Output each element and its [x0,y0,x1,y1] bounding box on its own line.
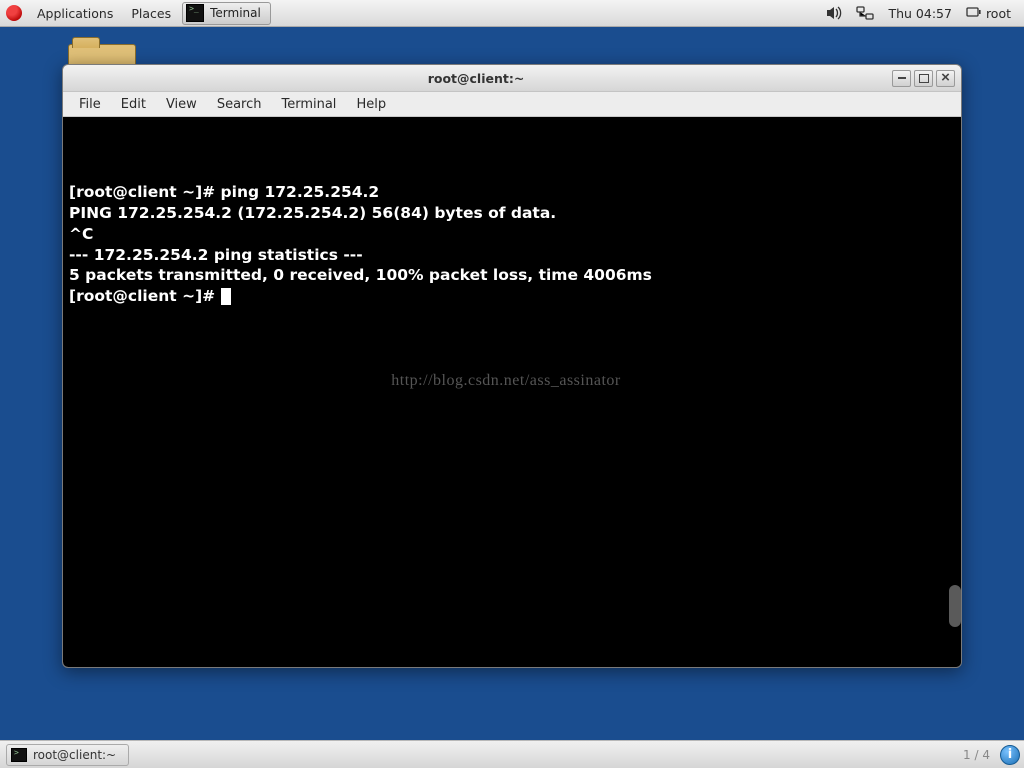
menu-file[interactable]: File [69,92,111,117]
volume-icon[interactable] [819,0,849,27]
distro-logo-icon[interactable] [6,5,22,21]
minimize-button[interactable] [892,70,911,87]
terminal-cursor [221,288,231,305]
terminal-scrollbar[interactable] [949,117,961,667]
menu-search[interactable]: Search [207,92,272,117]
window-title: root@client:~ [63,71,889,86]
window-titlebar[interactable]: root@client:~ [63,65,961,92]
terminal-line: [root@client ~]# ping 172.25.254.2 [69,182,943,203]
maximize-button[interactable] [914,70,933,87]
terminal-line: 5 packets transmitted, 0 received, 100% … [69,265,943,286]
window-buttons [889,70,961,87]
places-menu[interactable]: Places [122,0,180,27]
user-label: root [986,6,1011,21]
menu-terminal[interactable]: Terminal [271,92,346,117]
desktop: Applications Places Terminal Thu 04:57 r… [0,0,1024,768]
terminal-line: ^C [69,224,943,245]
network-icon[interactable] [849,0,881,27]
menu-help[interactable]: Help [346,92,396,117]
terminal-line: PING 172.25.254.2 (172.25.254.2) 56(84) … [69,203,943,224]
watermark-text: http://blog.csdn.net/ass_assinator [391,370,620,392]
bottom-task-button[interactable]: root@client:~ [6,744,129,766]
bottom-right-tray: 1 / 4 i [963,745,1024,765]
menu-edit[interactable]: Edit [111,92,156,117]
menu-view[interactable]: View [156,92,207,117]
workspace-indicator[interactable]: 1 / 4 [963,748,994,762]
terminal-line: [root@client ~]# [69,286,943,307]
clock[interactable]: Thu 04:57 [881,0,958,27]
terminal-body: http://blog.csdn.net/ass_assinator [root… [63,117,961,667]
taskbar-terminal-label: Terminal [210,6,261,20]
terminal-icon [11,748,27,762]
taskbar-terminal-button[interactable]: Terminal [182,2,271,25]
user-menu[interactable]: root [959,0,1018,27]
bottom-task-label: root@client:~ [33,748,116,762]
top-panel: Applications Places Terminal Thu 04:57 r… [0,0,1024,27]
info-icon[interactable]: i [1000,745,1020,765]
bottom-panel: root@client:~ 1 / 4 i [0,740,1024,768]
terminal-menubar: File Edit View Search Terminal Help [63,92,961,117]
terminal-icon [186,4,204,22]
terminal-output[interactable]: http://blog.csdn.net/ass_assinator [root… [63,117,949,667]
scroll-thumb[interactable] [949,585,961,627]
applications-menu[interactable]: Applications [28,0,122,27]
terminal-line: --- 172.25.254.2 ping statistics --- [69,245,943,266]
close-button[interactable] [936,70,955,87]
terminal-window: root@client:~ File Edit View Search Term… [62,64,962,668]
system-tray: Thu 04:57 root [819,0,1024,27]
